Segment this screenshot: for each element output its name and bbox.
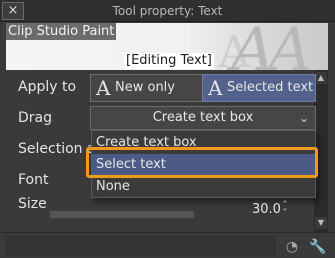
drag-select[interactable]: Create text box ⌄: [90, 106, 316, 130]
apply-to-selected-text-label: Selected text: [227, 80, 314, 95]
text-preview: A AA Clip Studio Paint [Editing Text]: [6, 23, 328, 70]
size-label: Size: [18, 196, 47, 212]
properties-scrollbar[interactable]: ▲ ▼: [314, 70, 328, 232]
text-a-icon: A: [96, 76, 111, 100]
preview-brand-label: Clip Studio Paint: [6, 23, 117, 40]
scroll-up-button[interactable]: ▲: [315, 72, 327, 84]
dropdown-option-create-text-box[interactable]: Create text box: [92, 132, 315, 154]
apply-to-new-only-button[interactable]: A New only: [90, 74, 203, 102]
preview-caption: [Editing Text]: [124, 53, 214, 69]
drag-label: Drag: [18, 110, 53, 126]
scroll-down-button[interactable]: ▼: [315, 217, 327, 229]
chevron-down-icon: ⌄: [298, 111, 309, 125]
selection-label: Selection a: [18, 141, 96, 157]
size-value[interactable]: 30.0: [252, 202, 281, 217]
dropdown-option-none[interactable]: None: [92, 176, 315, 198]
chevron-down-icon[interactable]: ˇ: [280, 208, 290, 219]
text-select-icon: A: [208, 76, 223, 100]
rotation-dial-icon[interactable]: ◔: [283, 238, 301, 256]
drag-dropdown-menu: Create text box Select text None: [91, 130, 316, 198]
title-bar: × Tool property: Text: [0, 0, 335, 22]
apply-to-selected-text-button[interactable]: A Selected text: [202, 74, 316, 102]
panel-footer: ◔ 🔧: [0, 232, 335, 258]
apply-to-label: Apply to: [18, 79, 77, 95]
window-title: Tool property: Text: [112, 4, 223, 18]
preview-glyph-large: AA: [231, 23, 312, 70]
dropdown-option-select-text[interactable]: Select text: [92, 154, 315, 176]
apply-to-new-only-label: New only: [115, 80, 175, 95]
wrench-icon[interactable]: 🔧: [309, 238, 327, 256]
footer-strip: [6, 236, 276, 256]
font-label: Font: [18, 172, 49, 188]
size-stepper[interactable]: ˆ ˇ: [280, 200, 290, 219]
size-slider[interactable]: [50, 211, 194, 218]
drag-select-value: Create text box: [152, 110, 254, 125]
